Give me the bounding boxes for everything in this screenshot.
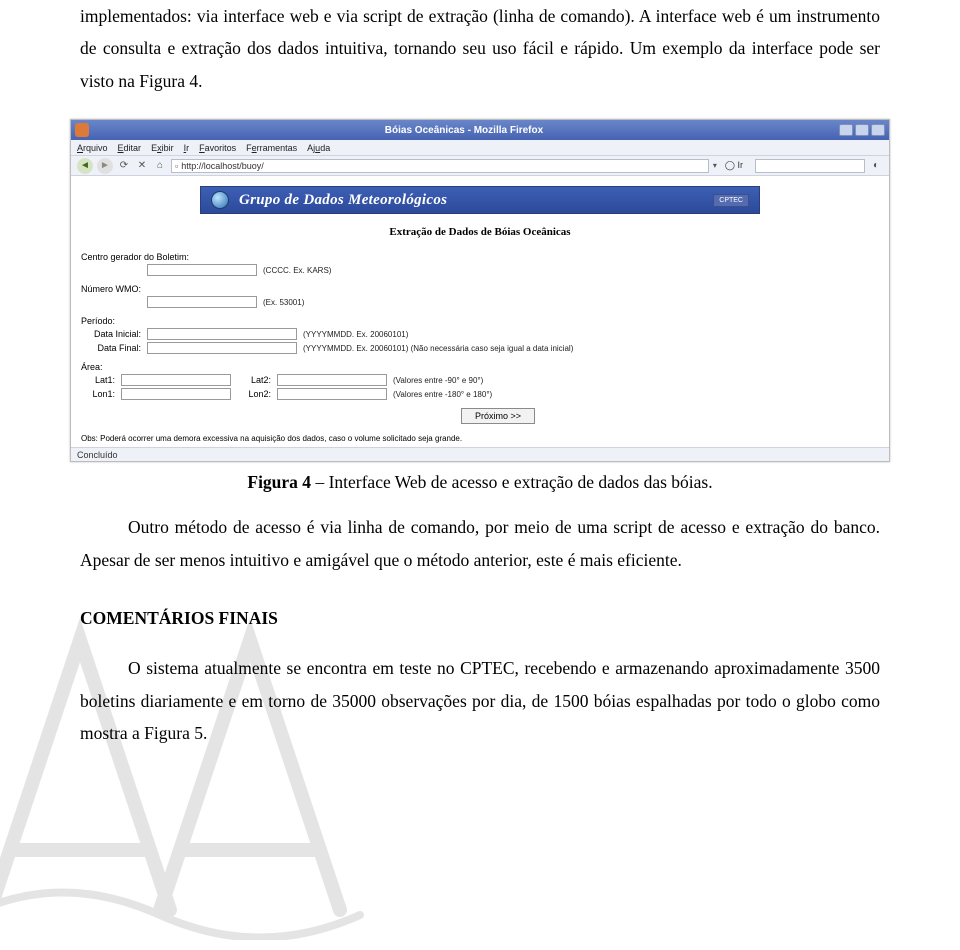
- globe-icon: [211, 191, 229, 209]
- maximize-button[interactable]: [855, 124, 869, 136]
- area-label: Área:: [81, 362, 879, 372]
- wmo-label: Número WMO:: [81, 284, 879, 294]
- menu-ir[interactable]: Ir: [184, 143, 190, 153]
- window-titlebar: Bóias Oceânicas - Mozilla Firefox: [71, 120, 889, 140]
- lat-hint: (Valores entre -90° e 90°): [393, 376, 483, 385]
- throbber-icon: ◐: [869, 159, 883, 173]
- banner-logo: CPTEC: [713, 194, 749, 207]
- search-input[interactable]: [755, 159, 865, 173]
- back-button[interactable]: ◄: [77, 158, 93, 174]
- close-button[interactable]: [871, 124, 885, 136]
- centro-input[interactable]: [147, 264, 257, 276]
- data-inicial-label: Data Inicial:: [81, 329, 141, 339]
- data-final-input[interactable]: [147, 342, 297, 354]
- proximo-button[interactable]: Próximo >>: [461, 408, 535, 424]
- minimize-button[interactable]: [839, 124, 853, 136]
- wmo-input[interactable]: [147, 296, 257, 308]
- data-final-hint: (YYYYMMDD. Ex. 20060101) (Não necessária…: [303, 344, 573, 353]
- menu-ajuda[interactable]: Ajuda: [307, 143, 330, 153]
- banner-title: Grupo de Dados Meteorológicos: [239, 192, 703, 209]
- window-title: Bóias Oceânicas - Mozilla Firefox: [89, 125, 839, 136]
- browser-menubar: AArquivorquivo Editar Exibir Ir Favorito…: [71, 140, 889, 156]
- data-inicial-hint: (YYYYMMDD. Ex. 20060101): [303, 330, 408, 339]
- menu-exibir[interactable]: Exibir: [151, 143, 174, 153]
- wmo-hint: (Ex. 53001): [263, 298, 304, 307]
- home-icon[interactable]: ⌂: [153, 159, 167, 173]
- go-button[interactable]: ◯ Ir: [721, 160, 747, 171]
- body-paragraph-1: implementados: via interface web e via s…: [80, 0, 880, 97]
- page-banner: Grupo de Dados Meteorológicos CPTEC: [200, 186, 760, 214]
- forward-button[interactable]: ►: [97, 158, 113, 174]
- status-text: Concluído: [77, 450, 118, 460]
- reload-icon[interactable]: ⟳: [117, 159, 131, 173]
- lat2-label: Lat2:: [237, 375, 271, 385]
- menu-editar[interactable]: Editar: [118, 143, 142, 153]
- menu-ferramentas[interactable]: Ferramentas: [246, 143, 297, 153]
- figure4-screenshot: Bóias Oceânicas - Mozilla Firefox AArqui…: [70, 119, 890, 462]
- stop-icon[interactable]: ✕: [135, 159, 149, 173]
- section-heading: COMENTÁRIOS FINAIS: [80, 602, 880, 634]
- centro-hint: (CCCC. Ex. KARS): [263, 266, 331, 275]
- lon1-input[interactable]: [121, 388, 231, 400]
- lat1-input[interactable]: [121, 374, 231, 386]
- browser-statusbar: Concluído: [71, 447, 889, 461]
- lat1-label: Lat1:: [81, 375, 115, 385]
- lon2-input[interactable]: [277, 388, 387, 400]
- url-text: http://localhost/buoy/: [181, 161, 264, 171]
- lon-hint: (Valores entre -180° e 180°): [393, 390, 492, 399]
- lon1-label: Lon1:: [81, 389, 115, 399]
- observation-note: Obs: Poderá ocorrer uma demora excessiva…: [81, 434, 879, 443]
- menu-arquivo[interactable]: AArquivorquivo: [77, 143, 108, 153]
- app-icon: [75, 123, 89, 137]
- periodo-label: Período:: [81, 316, 879, 326]
- url-input[interactable]: ▫ http://localhost/buoy/: [171, 159, 709, 173]
- page-heading: Extração de Dados de Bóias Oceânicas: [81, 226, 879, 238]
- data-inicial-input[interactable]: [147, 328, 297, 340]
- data-final-label: Data Final:: [81, 343, 141, 353]
- lon2-label: Lon2:: [237, 389, 271, 399]
- menu-favoritos[interactable]: Favoritos: [199, 143, 236, 153]
- centro-label: Centro gerador do Boletim:: [81, 252, 879, 262]
- browser-navbar: ◄ ► ⟳ ✕ ⌂ ▫ http://localhost/buoy/ ▾ ◯ I…: [71, 156, 889, 176]
- body-paragraph-2: Outro método de acesso é via linha de co…: [80, 511, 880, 576]
- lat2-input[interactable]: [277, 374, 387, 386]
- body-paragraph-3: O sistema atualmente se encontra em test…: [80, 652, 880, 749]
- figure4-caption: Figura 4 – Interface Web de acesso e ext…: [0, 472, 960, 493]
